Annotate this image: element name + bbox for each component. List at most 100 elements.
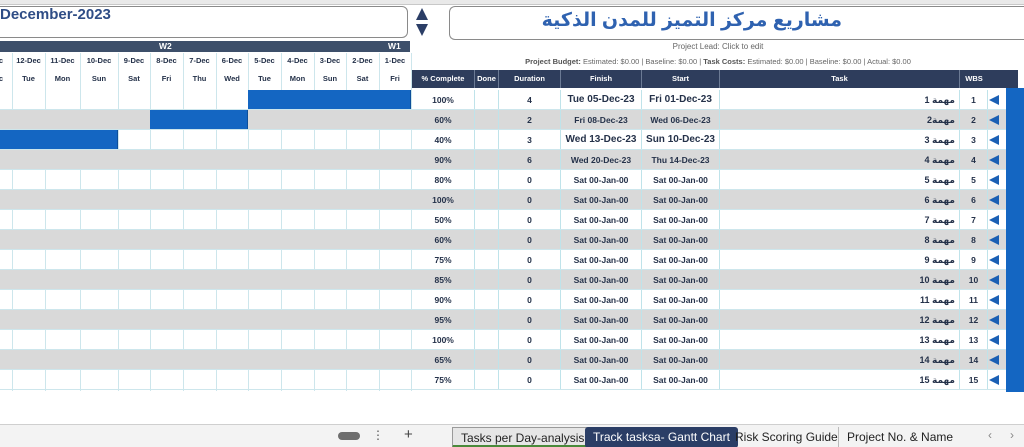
- tab-next-icon[interactable]: ›: [1010, 428, 1014, 442]
- row-marker-icon: [989, 275, 999, 285]
- cell-wbs: 3: [960, 130, 988, 150]
- cell-task: مهمة 10: [720, 270, 960, 290]
- day-date-label: 5-Dec: [254, 56, 275, 65]
- sheet-tab-bar: ⋮ + Tasks per Day-analysis Track tasksa-…: [0, 424, 1024, 447]
- table-row[interactable]: 90% 0 Sat 00-Jan-00 Sat 00-Jan-00 مهمة 11 11: [0, 290, 1018, 310]
- day-weekday-label: Thu: [192, 74, 207, 83]
- cell-done[interactable]: [475, 190, 499, 210]
- cell-pct-complete: 100%: [412, 330, 475, 350]
- table-row[interactable]: 40% 3 Wed 13-Dec-23 Sun 10-Dec-23 مهمة 33: [0, 130, 1018, 150]
- cell-pct-complete: 75%: [412, 250, 475, 270]
- cell-wbs: 12: [960, 310, 988, 330]
- cell-wbs: 4: [960, 150, 988, 170]
- scroll-up-icon[interactable]: [416, 8, 428, 20]
- column-header-strip: [0, 0, 1024, 5]
- cell-finish: Sat 00-Jan-00: [561, 190, 642, 210]
- cell-start: Sat 00-Jan-00: [642, 250, 720, 270]
- project-lead[interactable]: Project Lead: Click to edit: [412, 42, 1024, 51]
- table-row[interactable]: 100% 0 Sat 00-Jan-00 Sat 00-Jan-00 مهمة 66: [0, 190, 1018, 210]
- cell-start: Sat 00-Jan-00: [642, 230, 720, 250]
- cell-start: Sat 00-Jan-00: [642, 330, 720, 350]
- row-marker-icon: [989, 295, 999, 305]
- more-options-icon[interactable]: ⋮: [372, 428, 384, 442]
- cell-done[interactable]: [475, 110, 499, 130]
- period-scroll-control[interactable]: [413, 8, 429, 38]
- header-pct-complete: % Complete: [412, 70, 475, 88]
- day-weekday-label: Mon: [289, 74, 306, 83]
- day-date-label: 4-Dec: [287, 56, 308, 65]
- day-date-label: 12-Dec: [16, 56, 41, 65]
- cell-start: Sat 00-Jan-00: [642, 370, 720, 390]
- row-marker-icon: [989, 175, 999, 185]
- day-weekday-label: Tue: [258, 74, 271, 83]
- gantt-bar: [0, 130, 118, 150]
- table-row[interactable]: 80% 0 Sat 00-Jan-00 Sat 00-Jan-00 مهمة 55: [0, 170, 1018, 190]
- cell-task: مهمة 7: [720, 210, 960, 230]
- sheet-tab-risk-scoring[interactable]: Risk Scoring Guide: [727, 427, 846, 447]
- cell-done[interactable]: [475, 290, 499, 310]
- cell-done[interactable]: [475, 310, 499, 330]
- cell-done[interactable]: [475, 170, 499, 190]
- cell-done[interactable]: [475, 270, 499, 290]
- cell-duration: 0: [499, 170, 561, 190]
- sheet-tab-tasks-per-day[interactable]: Tasks per Day-analysis: [452, 427, 594, 447]
- table-row[interactable]: 75% 0 Sat 00-Jan-00 Sat 00-Jan-00 مهمة 15 15: [0, 370, 1018, 390]
- table-row[interactable]: 90% 6 Wed 20-Dec-23 Thu 14-Dec-23 مهمة 44: [0, 150, 1018, 170]
- cell-task: مهمة 11: [720, 290, 960, 310]
- sheet-tab-project-name[interactable]: Project No. & Name: [838, 427, 961, 447]
- cell-wbs: 11: [960, 290, 988, 310]
- header-done: Done: [475, 70, 499, 88]
- cell-done[interactable]: [475, 230, 499, 250]
- cell-start: Sat 00-Jan-00: [642, 270, 720, 290]
- cell-done[interactable]: [475, 350, 499, 370]
- cell-done[interactable]: [475, 370, 499, 390]
- cell-finish: Sat 00-Jan-00: [561, 370, 642, 390]
- table-row[interactable]: 60% 2 Fri 08-Dec-23 Wed 06-Dec-23 مهمة2 2: [0, 110, 1018, 130]
- horizontal-scrollbar[interactable]: [338, 432, 360, 440]
- cell-pct-complete: 90%: [412, 290, 475, 310]
- cell-task: مهمة 4: [720, 150, 960, 170]
- day-date-label: c: [0, 56, 4, 65]
- day-weekday-label: Sat: [356, 74, 369, 83]
- cell-wbs: 13: [960, 330, 988, 350]
- cell-done[interactable]: [475, 150, 499, 170]
- table-row[interactable]: 50% 0 Sat 00-Jan-00 Sat 00-Jan-00 مهمة 77: [0, 210, 1018, 230]
- table-row[interactable]: 60% 0 Sat 00-Jan-00 Sat 00-Jan-00 مهمة 88: [0, 230, 1018, 250]
- table-row[interactable]: 100% 0 Sat 00-Jan-00 Sat 00-Jan-00 مهمة 13 13: [0, 330, 1018, 350]
- add-sheet-icon[interactable]: +: [404, 426, 413, 443]
- cell-duration: 4: [499, 90, 561, 110]
- header-wbs: WBS: [965, 74, 983, 83]
- cell-duration: 0: [499, 190, 561, 210]
- cell-done[interactable]: [475, 90, 499, 110]
- cell-wbs: 6: [960, 190, 988, 210]
- cell-done[interactable]: [475, 130, 499, 150]
- table-row[interactable]: 95% 0 Sat 00-Jan-00 Sat 00-Jan-00 مهمة 12 12: [0, 310, 1018, 330]
- cell-start: Wed 06-Dec-23: [642, 110, 720, 130]
- cell-duration: 0: [499, 210, 561, 230]
- sheet-tab-gantt-chart[interactable]: Track tasksa- Gantt Chart: [585, 427, 738, 447]
- cell-start: Sun 10-Dec-23: [642, 130, 720, 150]
- cell-task: مهمة 14: [720, 350, 960, 370]
- day-weekday-label: Tue: [22, 74, 35, 83]
- budget-label: Project Budget:: [525, 57, 581, 66]
- cell-wbs: 14: [960, 350, 988, 370]
- scroll-down-icon[interactable]: [416, 24, 428, 36]
- project-title: مشاريع مركز التميز للمدن الذكية: [541, 10, 842, 31]
- cell-pct-complete: 80%: [412, 170, 475, 190]
- cell-done[interactable]: [475, 330, 499, 350]
- cell-wbs: 1: [960, 90, 988, 110]
- cell-done[interactable]: [475, 250, 499, 270]
- tab-prev-icon[interactable]: ‹: [988, 428, 992, 442]
- table-row[interactable]: 100% 4 Tue 05-Dec-23 Fri 01-Dec-23 مهمة 11: [0, 90, 1018, 110]
- day-date-label: 10-Dec: [86, 56, 112, 65]
- cell-done[interactable]: [475, 210, 499, 230]
- cell-task: مهمة 12: [720, 310, 960, 330]
- day-weekday-label: Sun: [322, 74, 338, 83]
- cell-pct-complete: 90%: [412, 150, 475, 170]
- table-row[interactable]: 65% 0 Sat 00-Jan-00 Sat 00-Jan-00 مهمة 14 14: [0, 350, 1018, 370]
- row-marker-icon: [989, 155, 999, 165]
- cell-start: Sat 00-Jan-00: [642, 210, 720, 230]
- table-row[interactable]: 75% 0 Sat 00-Jan-00 Sat 00-Jan-00 مهمة 99: [0, 250, 1018, 270]
- cell-finish: Sat 00-Jan-00: [561, 290, 642, 310]
- table-row[interactable]: 85% 0 Sat 00-Jan-00 Sat 00-Jan-00 مهمة 10 10: [0, 270, 1018, 290]
